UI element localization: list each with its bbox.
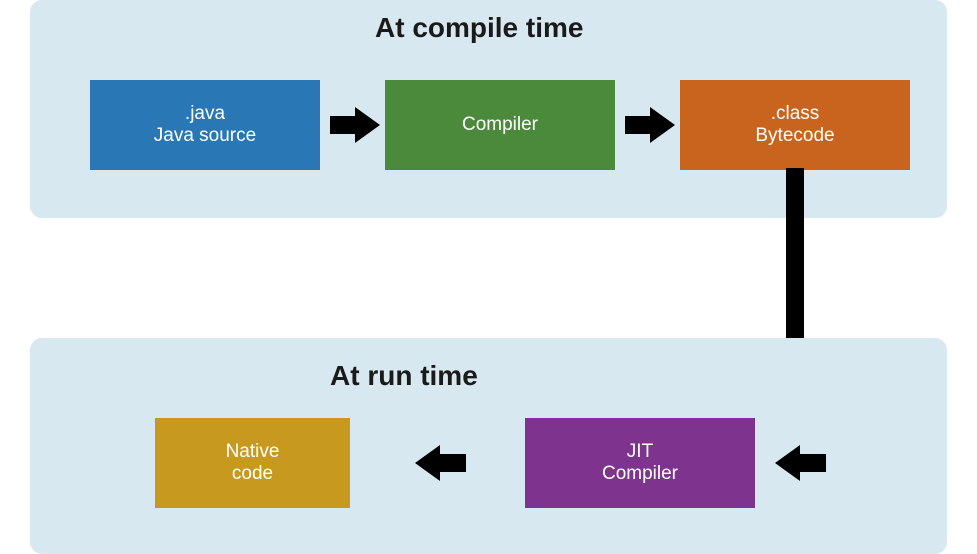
arrow-jit-to-native xyxy=(415,445,440,481)
jit-line2: Compiler xyxy=(602,463,678,485)
bytecode-line2: Bytecode xyxy=(755,125,834,147)
bytecode-box: .class Bytecode xyxy=(680,80,910,170)
jit-compiler-box: JIT Compiler xyxy=(525,418,755,508)
java-source-box: .java Java source xyxy=(90,80,320,170)
compiler-label: Compiler xyxy=(462,114,538,136)
compile-time-title: At compile time xyxy=(375,12,583,44)
compiler-box: Compiler xyxy=(385,80,615,170)
arrow-java-to-compiler xyxy=(355,107,380,143)
native-line2: code xyxy=(232,463,273,485)
arrow-into-jit xyxy=(775,445,800,481)
native-code-box: Native code xyxy=(155,418,350,508)
arrow-compiler-to-bytecode xyxy=(650,107,675,143)
bytecode-line1: .class xyxy=(771,103,820,125)
java-line1: .java xyxy=(185,103,225,125)
java-line2: Java source xyxy=(154,125,256,147)
native-line1: Native xyxy=(226,441,280,463)
run-time-panel: At run time JIT Compiler Native code xyxy=(30,338,947,554)
jit-line1: JIT xyxy=(627,441,653,463)
run-time-title: At run time xyxy=(330,360,478,392)
